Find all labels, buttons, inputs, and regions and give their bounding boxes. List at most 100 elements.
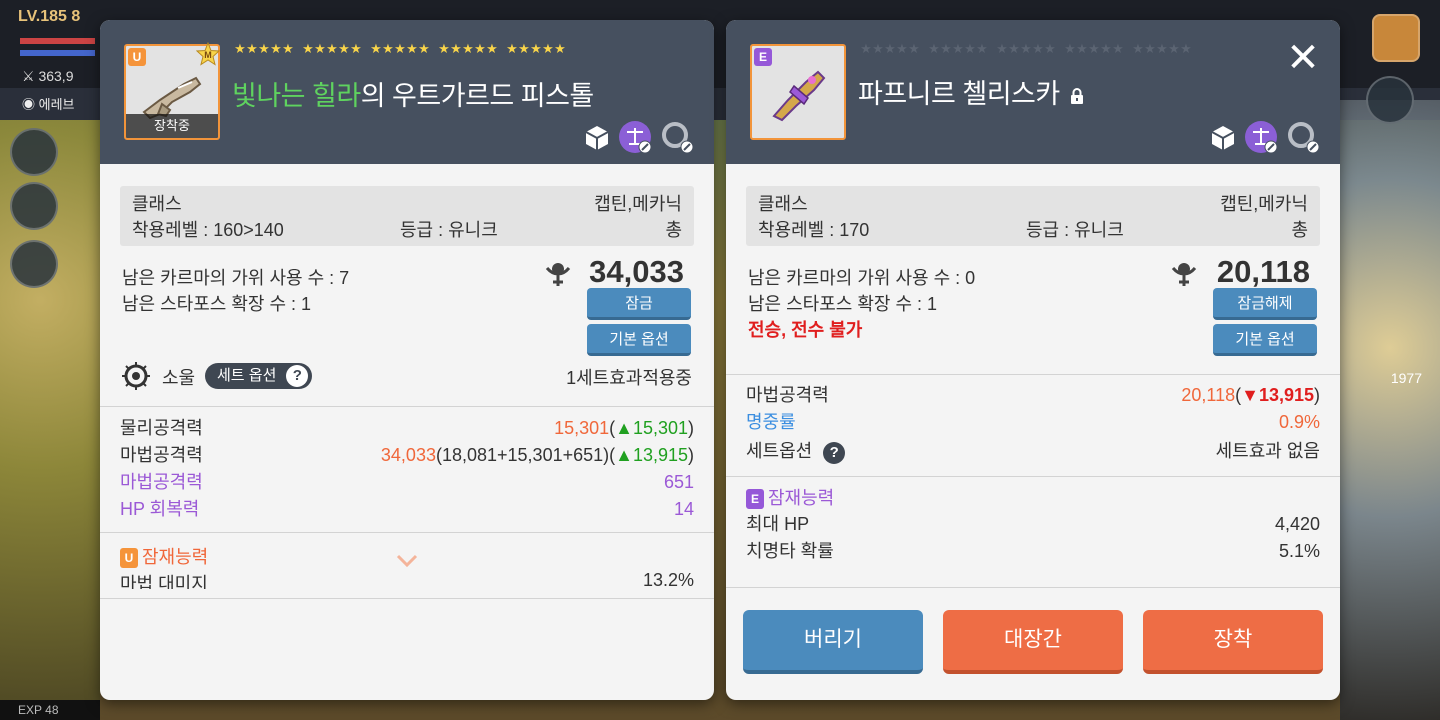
star-empty-icon: ★ (860, 42, 872, 57)
lock-button[interactable]: 잠금 (587, 288, 691, 320)
potential-title-text: 잠재능력 (768, 488, 835, 508)
chevron-down-icon[interactable] (396, 554, 418, 568)
star-filled-icon: ★ (486, 42, 498, 57)
star-empty-icon: ★ (884, 42, 896, 57)
star-group: ★ ★ ★ ★ ★ (370, 43, 430, 57)
stat-label: 마법공격력 (120, 445, 203, 465)
star-empty-icon: ★ (1168, 42, 1180, 57)
potential-title: U 잠재능력 (120, 543, 208, 569)
starforce-expand-count: 남은 스타포스 확장 수 : 1 (748, 294, 938, 314)
star-empty-icon: ★ (1132, 42, 1144, 57)
star-empty-icon: ★ (964, 42, 976, 57)
stat-list: 마법공격력 20,118(▼13,915) 명중률 0.9% 세트옵션 ? 세트… (746, 382, 1320, 466)
handshake-icon[interactable] (10, 240, 58, 288)
star-empty-icon: ★ (1064, 42, 1076, 57)
help-icon[interactable]: ? (823, 442, 846, 464)
scroll-icon[interactable] (10, 182, 58, 230)
set-option-label: 세트 옵션 (217, 367, 277, 384)
weapon-type: 총 (1291, 220, 1308, 240)
potential-row: 최대 HP 4,420 (746, 511, 1320, 538)
stat-delta-up: ▲13,915 (615, 445, 688, 465)
item-title-highlight: 빛나는 힐라 (232, 81, 361, 111)
transfer-restriction: 전승, 전수 불가 (748, 320, 863, 340)
stat-value: 651 (663, 472, 694, 492)
scale-lock-icon[interactable] (618, 120, 652, 154)
pistol-icon (772, 70, 826, 122)
stat-label: 세트옵션 ? (746, 436, 846, 466)
box-icon[interactable] (580, 120, 614, 154)
star-group: ★ ★ ★ ★ ★ (928, 43, 988, 57)
scale-lock-icon[interactable] (1244, 120, 1278, 154)
star-filled-icon: ★ (418, 42, 430, 57)
exp-label: EXP (18, 703, 42, 717)
potential-list: 최대 HP 4,420 치명타 확률 5.1% (746, 511, 1320, 565)
stat-paren-close: ) (688, 445, 694, 465)
star-empty-icon: ★ (952, 42, 964, 57)
potential-title-text: 잠재능력 (142, 547, 209, 567)
blacksmith-button[interactable]: 대장간 (943, 610, 1123, 674)
set-option-pill[interactable]: 세트 옵션? (205, 363, 313, 389)
hp-bar (20, 38, 95, 44)
potential-grade-badge: U (120, 548, 138, 568)
master-star-badge: M (196, 42, 220, 66)
unlock-button[interactable]: 잠금해제 (1213, 288, 1317, 320)
star-filled-icon: ★ (554, 42, 566, 57)
equip-button[interactable]: 장착 (1143, 610, 1323, 674)
level-text: LV.185 8 (18, 8, 81, 25)
star-force-stars: ★ ★ ★ ★ ★ ★ ★ ★ ★ ★ ★ ★ ★ ★ ★ ★ ★ ★ ★ ★ ★ ★ ★ ★ ★ (234, 43, 574, 73)
karma-info: 남은 카르마의 가위 사용 수 : 0 남은 스타포스 확장 수 : 1 전승,… (748, 265, 975, 343)
star-group: ★ ★ ★ ★ ★ (438, 43, 498, 57)
stat-label: 마법공격력 (746, 385, 829, 405)
stat-value: 세트효과 없음 (1215, 441, 1320, 461)
divider (726, 476, 1340, 477)
stat-value: 0.9% (1278, 412, 1320, 432)
star-group: ★ ★ ★ ★ ★ (860, 43, 920, 57)
stat-value: 15,301(▲15,301) (554, 415, 694, 442)
item-title-text: 파프니르 첼리스카 (858, 79, 1060, 109)
star-filled-icon: ★ (382, 42, 394, 57)
weapon-type: 총 (665, 220, 682, 240)
discard-button[interactable]: 버리기 (743, 610, 923, 674)
lock-icon (1070, 87, 1083, 104)
divider (726, 587, 1340, 588)
base-option-button[interactable]: 기본 옵션 (1213, 324, 1317, 356)
combat-power-value: 20,118 (1216, 254, 1310, 289)
required-level: 착용레벨 : 170 (758, 220, 870, 240)
item-header: E ★ ★ ★ ★ ★ ★ ★ ★ ★ ★ ★ ★ ★ ★ ★ ★ ★ ★ ★ ★ ★ ★ ★ ★ ★ 파프니르 첼리스카 ✕ (726, 20, 1340, 164)
back-button[interactable] (10, 128, 58, 176)
help-icon[interactable]: ? (286, 365, 309, 387)
star-filled-icon: ★ (530, 42, 542, 57)
box-icon[interactable] (1206, 120, 1240, 154)
item-title: 파프니르 첼리스카 (858, 72, 1084, 111)
header-icons (1206, 120, 1326, 156)
star-empty-icon: ★ (1144, 42, 1156, 57)
star-filled-icon: ★ (518, 42, 530, 57)
potential-grade-badge: E (746, 489, 764, 509)
star-empty-icon: ★ (1008, 42, 1020, 57)
item-count: 1977 (1390, 370, 1422, 386)
star-empty-icon: ★ (896, 42, 908, 57)
map-location-name: 에레브 (38, 97, 75, 112)
master-badge-letter: M (204, 50, 212, 60)
star-empty-icon: ★ (1112, 42, 1124, 57)
close-button[interactable]: ✕ (1281, 38, 1325, 82)
star-force-stars: ★ ★ ★ ★ ★ ★ ★ ★ ★ ★ ★ ★ ★ ★ ★ ★ ★ ★ ★ ★ ★ ★ ★ ★ ★ (860, 43, 1200, 73)
stat-row: 물리공격력 15,301(▲15,301) (120, 415, 694, 442)
cycle-lock-icon[interactable] (1286, 120, 1320, 154)
cycle-lock-icon[interactable] (660, 120, 694, 154)
stat-value: 20,118(▼13,915) (1181, 382, 1320, 409)
star-filled-icon: ★ (246, 42, 258, 57)
class-label: 클래스 (132, 194, 182, 214)
stat-main-value: 15,301 (554, 418, 610, 438)
star-empty-icon: ★ (1044, 42, 1056, 57)
star-group: ★ ★ ★ ★ ★ (234, 43, 294, 57)
stat-row: 세트옵션 ? 세트효과 없음 (746, 436, 1320, 466)
menu-icon[interactable] (1372, 14, 1420, 62)
map-pin-icon[interactable] (1366, 76, 1414, 124)
potential-value: 13.2% (642, 572, 694, 589)
mp-bar (20, 50, 95, 56)
base-option-button[interactable]: 기본 옵션 (587, 324, 691, 356)
stat-main-value: 20,118 (1181, 385, 1236, 405)
star-filled-icon: ★ (270, 42, 282, 57)
map-location[interactable]: ◉ 에레브 (22, 94, 75, 113)
